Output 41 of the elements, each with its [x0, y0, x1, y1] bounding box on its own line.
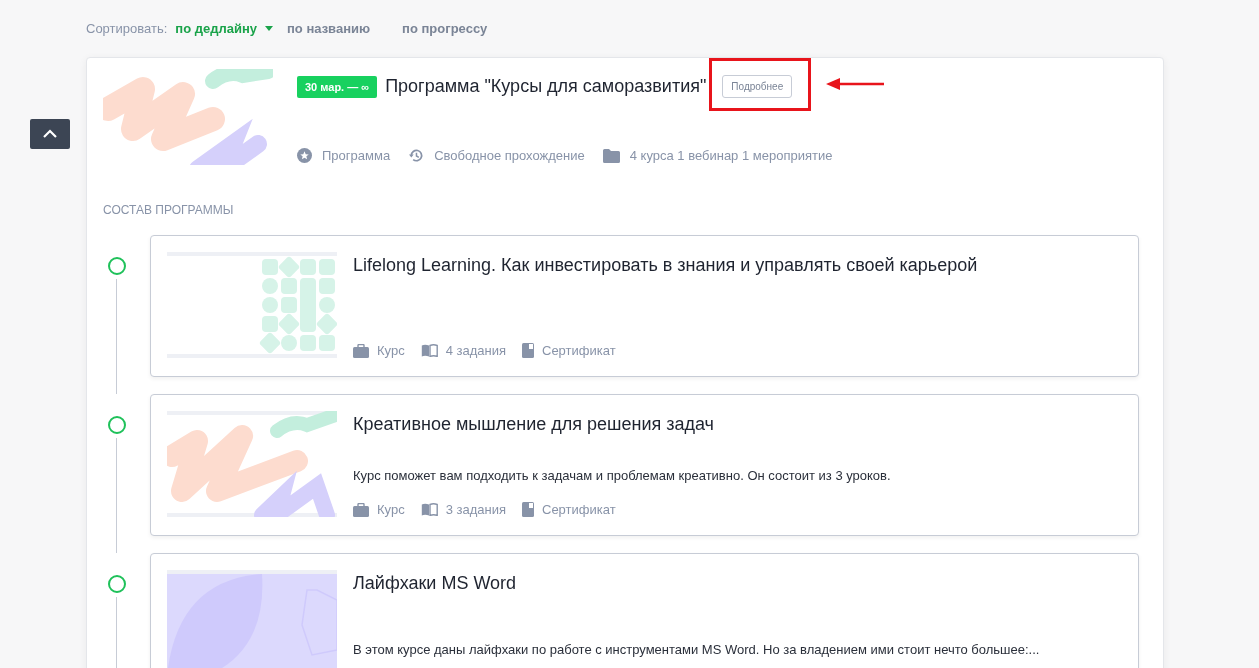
- sort-label: Сортировать:: [86, 21, 168, 36]
- meta-text: Сертификат: [542, 343, 616, 358]
- course-card[interactable]: Креативное мышление для решения задач Курс поможет вам подходить к задачам и проблемам креативно. Он состоит из 3 уроков. Курс 3 задания Сертификат: [150, 394, 1139, 536]
- meta-text: 4 задания: [445, 343, 506, 358]
- briefcase-icon: [353, 343, 369, 358]
- meta-text: Программа: [322, 148, 391, 163]
- star-icon: [297, 148, 312, 163]
- meta-text: Курс: [377, 343, 405, 358]
- course-title: Лайфхаки MS Word: [353, 573, 518, 595]
- course-card[interactable]: Lifelong Learning. Как инвестировать в знания и управлять своей карьерой Курс 4 задания Сертификат: [150, 235, 1139, 377]
- history-icon: [408, 148, 425, 163]
- caret-icon: [265, 26, 273, 31]
- details-button[interactable]: Подробнее: [722, 75, 793, 98]
- sort-option[interactable]: по прогрессу: [402, 21, 488, 36]
- timeline-circle: [107, 416, 126, 434]
- course-title: Креативное мышление для решения задач: [353, 414, 715, 436]
- course-description: В этом курсе даны лайфхаки по работе с инструментами MS Word. Но за владением ими стоит нечто большее:...: [353, 642, 1041, 657]
- arrow-icon: [826, 78, 885, 90]
- sort-option[interactable]: по дедлайну: [175, 21, 273, 36]
- chevron-up-icon: [42, 129, 58, 139]
- folder-icon: [602, 148, 620, 163]
- timeline-circle: [107, 575, 126, 593]
- book-icon: [522, 502, 534, 517]
- meta-text: 3 задания: [445, 502, 506, 517]
- meta-text: Сертификат: [542, 502, 616, 517]
- open-book-icon: [420, 344, 438, 357]
- date-badge: 30 мар. — ∞: [297, 75, 378, 98]
- meta-text: Свободное прохождение: [434, 148, 585, 163]
- timeline-circle: [107, 257, 126, 275]
- meta-text: 4 курса 1 вебинар 1 мероприятие: [629, 148, 833, 163]
- course-title: Lifelong Learning. Как инвестировать в знания и управлять своей карьерой: [353, 255, 979, 277]
- sort-option[interactable]: по названию: [287, 21, 371, 36]
- course-description: Курс поможет вам подходить к задачам и проблемам креативно. Он состоит из 3 уроков.: [353, 468, 892, 483]
- book-icon: [522, 343, 534, 358]
- section-title: СОСТАВ ПРОГРАММЫ: [103, 203, 235, 217]
- course-card[interactable]: Лайфхаки MS Word В этом курсе даны лайфхаки по работе с инструментами MS Word. Но за владением ими стоит нечто большее:...: [150, 553, 1139, 668]
- scroll-up-button[interactable]: [30, 119, 70, 149]
- open-book-icon: [420, 503, 438, 516]
- briefcase-icon: [353, 502, 369, 517]
- program-title: Программа "Курсы для саморазвития": [385, 76, 707, 97]
- meta-text: Курс: [377, 502, 405, 517]
